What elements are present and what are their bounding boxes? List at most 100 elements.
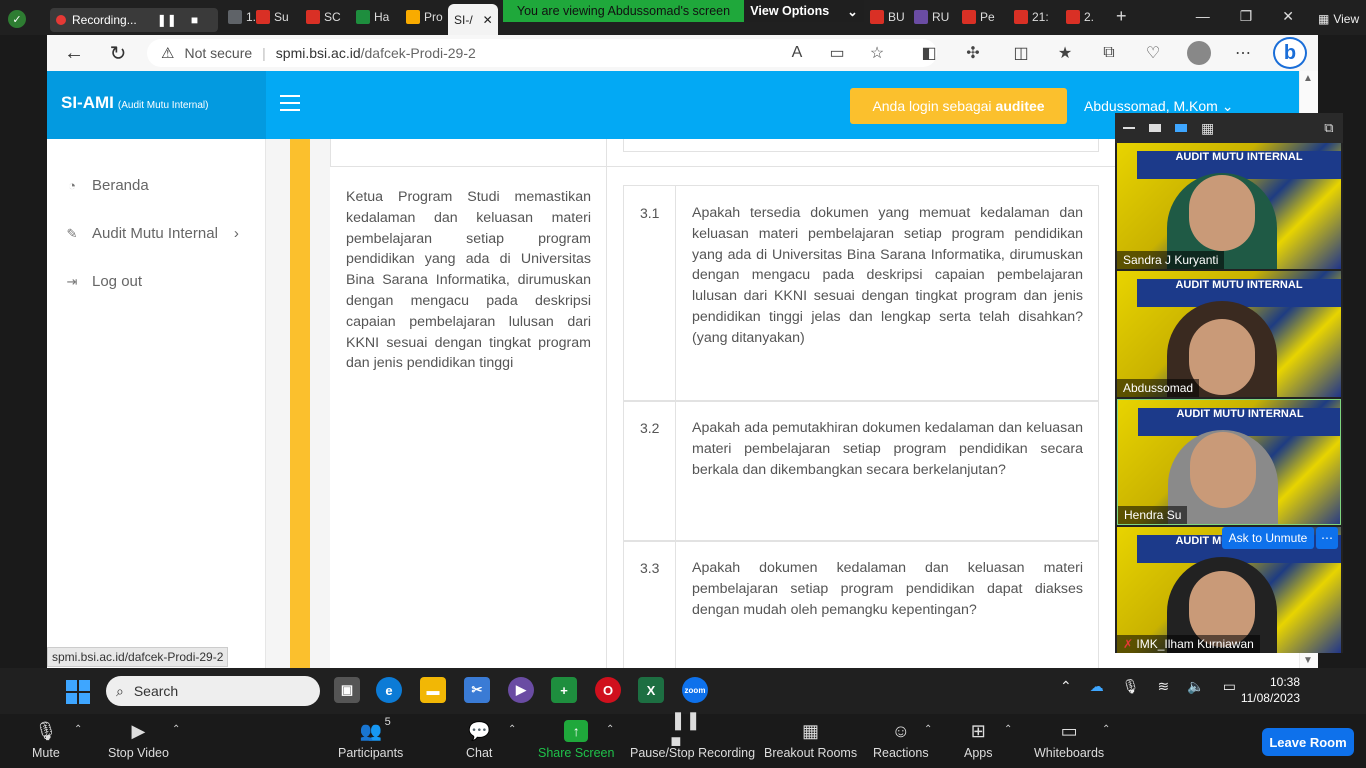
reactions-button[interactable]: ☺ Reactions [873,720,929,761]
bing-copilot-icon[interactable]: b [1273,37,1307,69]
status-bar-url: spmi.bsi.ac.id/dafcek-Prodi-29-2 [47,647,229,667]
video-tile[interactable]: AUDIT MUTU INTERNAL Sandra J Kuryanti [1117,143,1341,269]
browser-tab[interactable]: Ha [350,4,395,30]
whiteboards-caret-icon[interactable]: ⌃ [1102,724,1110,735]
volume-icon[interactable]: 🔈 [1187,678,1204,695]
hamburger-menu-icon[interactable] [280,95,300,111]
back-arrow-icon[interactable]: ← [59,38,89,68]
apps-caret-icon[interactable]: ⌃ [1004,724,1012,735]
edge-browser-icon[interactable]: e [376,677,402,703]
site-logo[interactable]: SI-AMI (Audit Mutu Internal) [61,93,209,113]
ask-to-unmute-button[interactable]: Ask to Unmute [1222,527,1314,549]
speaker-view-icon[interactable] [1175,124,1187,132]
browser-tab[interactable]: Pe [956,4,1001,30]
view-options-button[interactable]: View Options ⌄ [744,0,864,22]
close-tab-icon[interactable]: ✕ [483,13,493,27]
chat-button[interactable]: 💬 Chat [466,720,492,761]
reactions-caret-icon[interactable]: ⌃ [924,724,932,735]
browser-tab[interactable]: BU [864,4,911,30]
scroll-up-icon[interactable]: ▲ [1303,73,1313,84]
reload-icon[interactable]: ↻ [103,38,133,68]
share-screen-button[interactable]: ↑ Share Screen [538,720,614,760]
taskbar-clock[interactable]: 10:38 11/08/2023 [1236,674,1300,706]
battery-icon[interactable]: ▭ [1223,678,1236,695]
immersive-reader-icon[interactable]: ▭ [827,43,847,63]
search-icon: ⌕ [116,682,124,699]
maximize-icon[interactable]: ❐ [1240,8,1253,25]
excel-icon[interactable]: X [638,677,664,703]
question-text: Apakah ada pemutakhiran dokumen kedalama… [692,420,1083,478]
mute-button[interactable]: 🎙 Mute [32,720,60,761]
split-screen-icon[interactable]: ◫ [1011,43,1031,63]
participant-name: Abdussomad [1117,379,1200,397]
chevron-up-icon[interactable]: ⌃ [1060,678,1072,695]
leave-room-button[interactable]: Leave Room [1262,728,1354,756]
task-view-icon[interactable]: ▣ [334,677,360,703]
read-aloud-icon[interactable]: A [787,43,807,63]
browser-essentials-icon[interactable]: ♡ [1143,43,1163,63]
active-browser-tab[interactable]: SI-/ ✕ [448,4,498,35]
media-player-icon[interactable]: ▶ [508,677,534,703]
apps-button[interactable]: ⊞ Apps [964,720,993,761]
participants-button[interactable]: 👥 5 Participants [338,716,403,760]
url-field[interactable]: ⚠ Not secure | spmi.bsi.ac.id/dafcek-Pro… [147,39,937,67]
gallery-grid-icon[interactable]: ▦ [1201,120,1214,137]
snipping-tool-icon[interactable]: ✂ [464,677,490,703]
sidebar-item-logout[interactable]: ⇥ Log out [64,273,143,290]
chat-options-caret-icon[interactable]: ⌃ [508,724,516,735]
scroll-down-icon[interactable]: ▼ [1303,655,1313,666]
breakout-rooms-button[interactable]: ▦ Breakout Rooms [764,720,857,761]
opera-icon[interactable]: O [595,677,621,703]
more-menu-icon[interactable]: ⋯ [1233,43,1253,63]
close-window-icon[interactable]: ✕ [1282,8,1294,25]
participant-name: Sandra J Kuryanti [1117,251,1225,269]
exit-fullscreen-icon[interactable]: ⧉ [1324,120,1333,136]
microphone-icon[interactable]: 🎙 [1122,678,1140,695]
browser-tab[interactable]: Su [250,4,295,30]
video-options-caret-icon[interactable]: ⌃ [172,724,180,735]
question-number: 3.1 [640,205,660,221]
puzzle-icon[interactable]: ✣ [963,43,983,63]
whiteboards-button[interactable]: ▭ Whiteboards [1034,720,1104,761]
file-explorer-icon[interactable]: ▬ [420,677,446,703]
sidebar-item-beranda[interactable]: ◔ Beranda [64,177,149,194]
screen-share-banner: You are viewing Abdussomad's screen [503,0,744,22]
sidebar-item-label: Beranda [92,177,149,194]
share-options-caret-icon[interactable]: ⌃ [606,724,614,735]
zoom-app-icon[interactable]: zoom [682,677,708,703]
participant-name: ✗ IMK_Ilham Kurniawan [1117,635,1260,653]
stop-video-button[interactable]: ▶ Stop Video [108,720,169,761]
pause-stop-recording-button[interactable]: ❚❚ ■ Pause/Stop Recording [630,710,755,760]
zoom-view-button[interactable]: ▦ View [1318,6,1362,32]
audio-options-caret-icon[interactable]: ⌃ [74,724,82,735]
sheets-icon[interactable]: + [551,677,577,703]
new-tab-icon[interactable]: + [1116,6,1127,27]
browser-tab[interactable]: Pro [400,4,449,30]
wifi-icon[interactable]: ≋ [1158,678,1170,695]
browser-tab[interactable]: 21: [1008,4,1055,30]
minimize-icon[interactable]: — [1196,8,1210,25]
taskbar-search[interactable]: ⌕ Search [106,676,320,706]
sidebar-item-audit-mutu-internal[interactable]: ✎ Audit Mutu Internal › [64,225,239,242]
more-options-icon[interactable]: ⋯ [1316,527,1338,549]
thumbnail-view-icon[interactable] [1149,124,1161,132]
recording-indicator[interactable]: Recording... ❚❚ ■ [50,8,218,32]
windows-start-icon[interactable] [66,680,90,704]
pause-recording-icon[interactable]: ❚❚ [157,13,177,27]
stop-recording-icon[interactable]: ■ [191,13,198,27]
extension-icon[interactable]: ◧ [919,43,939,63]
login-role-badge[interactable]: Anda login sebagai auditee [850,88,1067,124]
sidebar-item-label: Audit Mutu Internal [92,225,218,242]
browser-tab[interactable]: 2. [1060,4,1100,30]
favorite-star-icon[interactable]: ☆ [867,43,887,63]
browser-tab[interactable]: RU [908,4,955,30]
video-tile[interactable]: AUDIT MUTU INTERNAL Hendra Su [1117,399,1341,525]
collections-icon[interactable]: ⧉ [1099,43,1119,63]
video-tile[interactable]: AUDIT MUTU INTERNAL Abdussomad [1117,271,1341,397]
minimize-video-icon[interactable] [1123,127,1135,129]
favorites-icon[interactable]: ★ [1055,43,1075,63]
onedrive-icon[interactable]: ☁ [1090,678,1104,695]
profile-avatar-icon[interactable] [1187,41,1211,65]
browser-tab[interactable]: SC [300,4,347,30]
window-controls: — ❐ ✕ [1196,8,1294,25]
